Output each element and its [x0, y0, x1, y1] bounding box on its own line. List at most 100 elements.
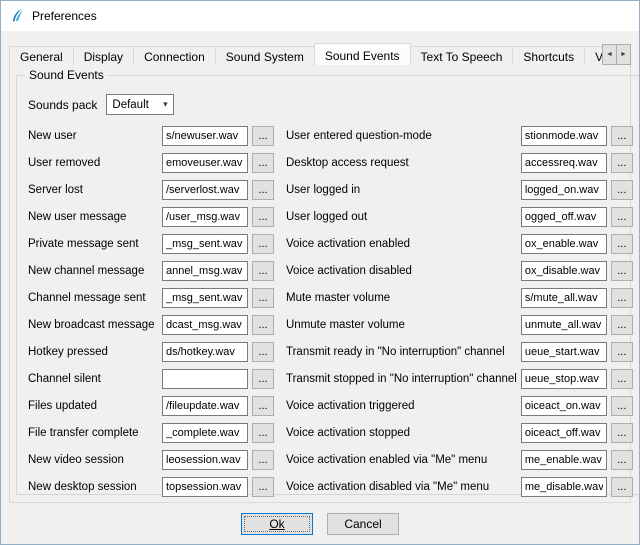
tab-shortcuts[interactable]: Shortcuts	[512, 46, 585, 65]
sound-event-label: New desktop session	[28, 481, 162, 493]
sound-event-row: New channel message...	[28, 261, 274, 281]
sound-file-input[interactable]	[521, 180, 607, 200]
sound-file-input[interactable]	[521, 153, 607, 173]
browse-button[interactable]: ...	[252, 477, 274, 497]
sound-file-input[interactable]	[521, 126, 607, 146]
sound-event-label: New video session	[28, 454, 162, 466]
browse-button[interactable]: ...	[611, 261, 633, 281]
sound-event-row: Unmute master volume...	[286, 315, 633, 335]
sound-event-label: Files updated	[28, 400, 162, 412]
sounds-pack-select[interactable]: Default ▾	[106, 94, 174, 115]
events-columns: New user...User removed...Server lost...…	[26, 126, 633, 504]
sound-file-input[interactable]	[521, 477, 607, 497]
browse-button[interactable]: ...	[611, 477, 633, 497]
sound-file-input[interactable]	[162, 261, 248, 281]
sound-event-row: Hotkey pressed...	[28, 342, 274, 362]
sound-file-input[interactable]	[162, 288, 248, 308]
sound-event-row: User removed...	[28, 153, 274, 173]
sound-file-input[interactable]	[162, 369, 248, 389]
tab-general[interactable]: General	[9, 46, 74, 65]
browse-button[interactable]: ...	[611, 369, 633, 389]
sound-event-label: Voice activation stopped	[286, 427, 521, 439]
sound-file-input[interactable]	[162, 450, 248, 470]
sound-file-input[interactable]	[162, 315, 248, 335]
browse-button[interactable]: ...	[252, 207, 274, 227]
browse-button[interactable]: ...	[252, 450, 274, 470]
browse-button[interactable]: ...	[611, 423, 633, 443]
browse-button[interactable]: ...	[611, 207, 633, 227]
sound-event-label: User entered question-mode	[286, 130, 521, 142]
sound-file-input[interactable]	[162, 153, 248, 173]
sound-file-input[interactable]	[521, 423, 607, 443]
tab-sound-system[interactable]: Sound System	[215, 46, 315, 65]
sounds-pack-label: Sounds pack	[28, 98, 97, 112]
preferences-window: Preferences GeneralDisplayConnectionSoun…	[0, 0, 640, 545]
sound-file-input[interactable]	[521, 288, 607, 308]
sound-event-row: New user message...	[28, 207, 274, 227]
browse-button[interactable]: ...	[611, 234, 633, 254]
tab-sound-events[interactable]: Sound Events	[314, 43, 411, 65]
browse-button[interactable]: ...	[252, 153, 274, 173]
app-icon	[9, 8, 25, 24]
browse-button[interactable]: ...	[252, 342, 274, 362]
sound-event-row: New desktop session...	[28, 477, 274, 497]
ok-button[interactable]: Ok	[241, 513, 313, 535]
sound-event-row: New user...	[28, 126, 274, 146]
sound-file-input[interactable]	[162, 423, 248, 443]
browse-button[interactable]: ...	[611, 288, 633, 308]
sound-event-row: Transmit stopped in "No interruption" ch…	[286, 369, 633, 389]
sound-event-label: User logged in	[286, 184, 521, 196]
browse-button[interactable]: ...	[252, 369, 274, 389]
browse-button[interactable]: ...	[611, 180, 633, 200]
browse-button[interactable]: ...	[611, 342, 633, 362]
sound-event-row: Private message sent...	[28, 234, 274, 254]
browse-button[interactable]: ...	[252, 315, 274, 335]
sound-file-input[interactable]	[162, 207, 248, 227]
sound-file-input[interactable]	[162, 477, 248, 497]
sound-event-row: Voice activation stopped...	[286, 423, 633, 443]
sound-event-label: Voice activation disabled via "Me" menu	[286, 481, 521, 493]
browse-button[interactable]: ...	[252, 180, 274, 200]
sound-file-input[interactable]	[521, 315, 607, 335]
sound-file-input[interactable]	[521, 207, 607, 227]
sound-file-input[interactable]	[521, 342, 607, 362]
tab-connection[interactable]: Connection	[133, 46, 216, 65]
browse-button[interactable]: ...	[611, 126, 633, 146]
browse-button[interactable]: ...	[252, 396, 274, 416]
title-bar[interactable]: Preferences	[1, 1, 639, 31]
sound-event-row: Voice activation triggered...	[286, 396, 633, 416]
sound-file-input[interactable]	[521, 234, 607, 254]
sound-event-label: User logged out	[286, 211, 521, 223]
sound-file-input[interactable]	[162, 126, 248, 146]
browse-button[interactable]: ...	[252, 234, 274, 254]
sound-file-input[interactable]	[162, 234, 248, 254]
browse-button[interactable]: ...	[611, 450, 633, 470]
tab-text-to-speech[interactable]: Text To Speech	[410, 46, 514, 65]
sound-event-label: New user message	[28, 211, 162, 223]
tab-display[interactable]: Display	[73, 46, 134, 65]
browse-button[interactable]: ...	[611, 315, 633, 335]
sound-file-input[interactable]	[162, 396, 248, 416]
sound-file-input[interactable]	[521, 450, 607, 470]
sound-event-label: File transfer complete	[28, 427, 162, 439]
sound-file-input[interactable]	[521, 396, 607, 416]
sound-event-row: Voice activation disabled...	[286, 261, 633, 281]
tab-scroll-right-button[interactable]: ►	[616, 44, 631, 65]
browse-button[interactable]: ...	[252, 126, 274, 146]
sound-file-input[interactable]	[521, 369, 607, 389]
browse-button[interactable]: ...	[252, 261, 274, 281]
browse-button[interactable]: ...	[611, 396, 633, 416]
browse-button[interactable]: ...	[611, 153, 633, 173]
sound-file-input[interactable]	[162, 180, 248, 200]
sound-file-input[interactable]	[162, 342, 248, 362]
sound-file-input[interactable]	[521, 261, 607, 281]
sound-event-row: User logged in...	[286, 180, 633, 200]
tab-scroll-buttons: ◄ ►	[602, 44, 631, 65]
browse-button[interactable]: ...	[252, 288, 274, 308]
sound-event-row: Voice activation enabled...	[286, 234, 633, 254]
browse-button[interactable]: ...	[252, 423, 274, 443]
sound-event-row: New video session...	[28, 450, 274, 470]
cancel-button[interactable]: Cancel	[327, 513, 399, 535]
tab-scroll-left-button[interactable]: ◄	[602, 44, 617, 65]
sound-event-label: Transmit stopped in "No interruption" ch…	[286, 373, 521, 385]
